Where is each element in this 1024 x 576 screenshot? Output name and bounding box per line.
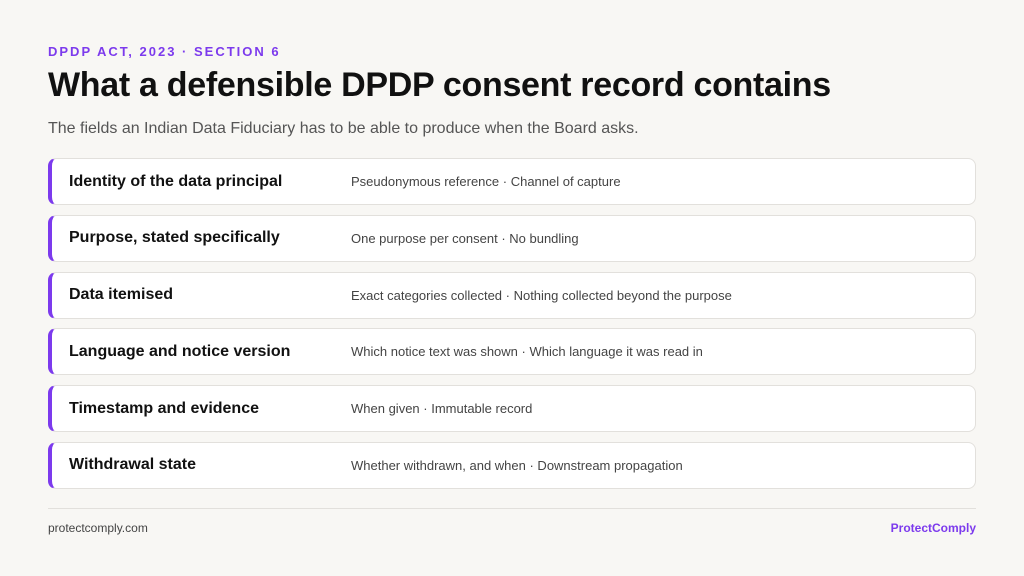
footer-brand: ProtectComply (890, 521, 976, 535)
list-item: Purpose, stated specifically One purpose… (48, 214, 976, 262)
page-subtitle: The fields an Indian Data Fiduciary has … (48, 120, 639, 137)
field-label: Identity of the data principal (69, 172, 283, 190)
eyebrow-label: DPDP ACT, 2023 · SECTION 6 (48, 44, 281, 59)
field-detail: Which notice text was shown · Which lang… (351, 344, 703, 360)
field-label: Purpose, stated specifically (69, 229, 280, 247)
consent-fields-list: Identity of the data principal Pseudonym… (48, 158, 976, 499)
field-detail: Exact categories collected · Nothing col… (351, 287, 732, 303)
field-detail: Whether withdrawn, and when · Downstream… (351, 457, 683, 473)
list-item: Timestamp and evidence When given · Immu… (48, 385, 976, 433)
list-item: Identity of the data principal Pseudonym… (48, 158, 976, 205)
field-label: Withdrawal state (69, 456, 196, 474)
field-label: Data itemised (69, 286, 174, 304)
list-item: Data itemised Exact categories collected… (48, 271, 976, 319)
footer-website-link[interactable]: protectcomply.com (48, 521, 148, 535)
footer-divider (48, 508, 976, 509)
page-title: What a defensible DPDP consent record co… (48, 66, 831, 104)
field-label: Language and notice version (69, 342, 291, 360)
field-detail: One purpose per consent · No bundling (351, 230, 579, 246)
field-label: Timestamp and evidence (69, 399, 259, 417)
field-detail: When given · Immutable record (351, 401, 533, 417)
field-detail: Pseudonymous reference · Channel of capt… (351, 174, 621, 189)
list-item: Withdrawal state Whether withdrawn, and … (48, 441, 976, 489)
list-item: Language and notice version Which notice… (48, 328, 976, 376)
